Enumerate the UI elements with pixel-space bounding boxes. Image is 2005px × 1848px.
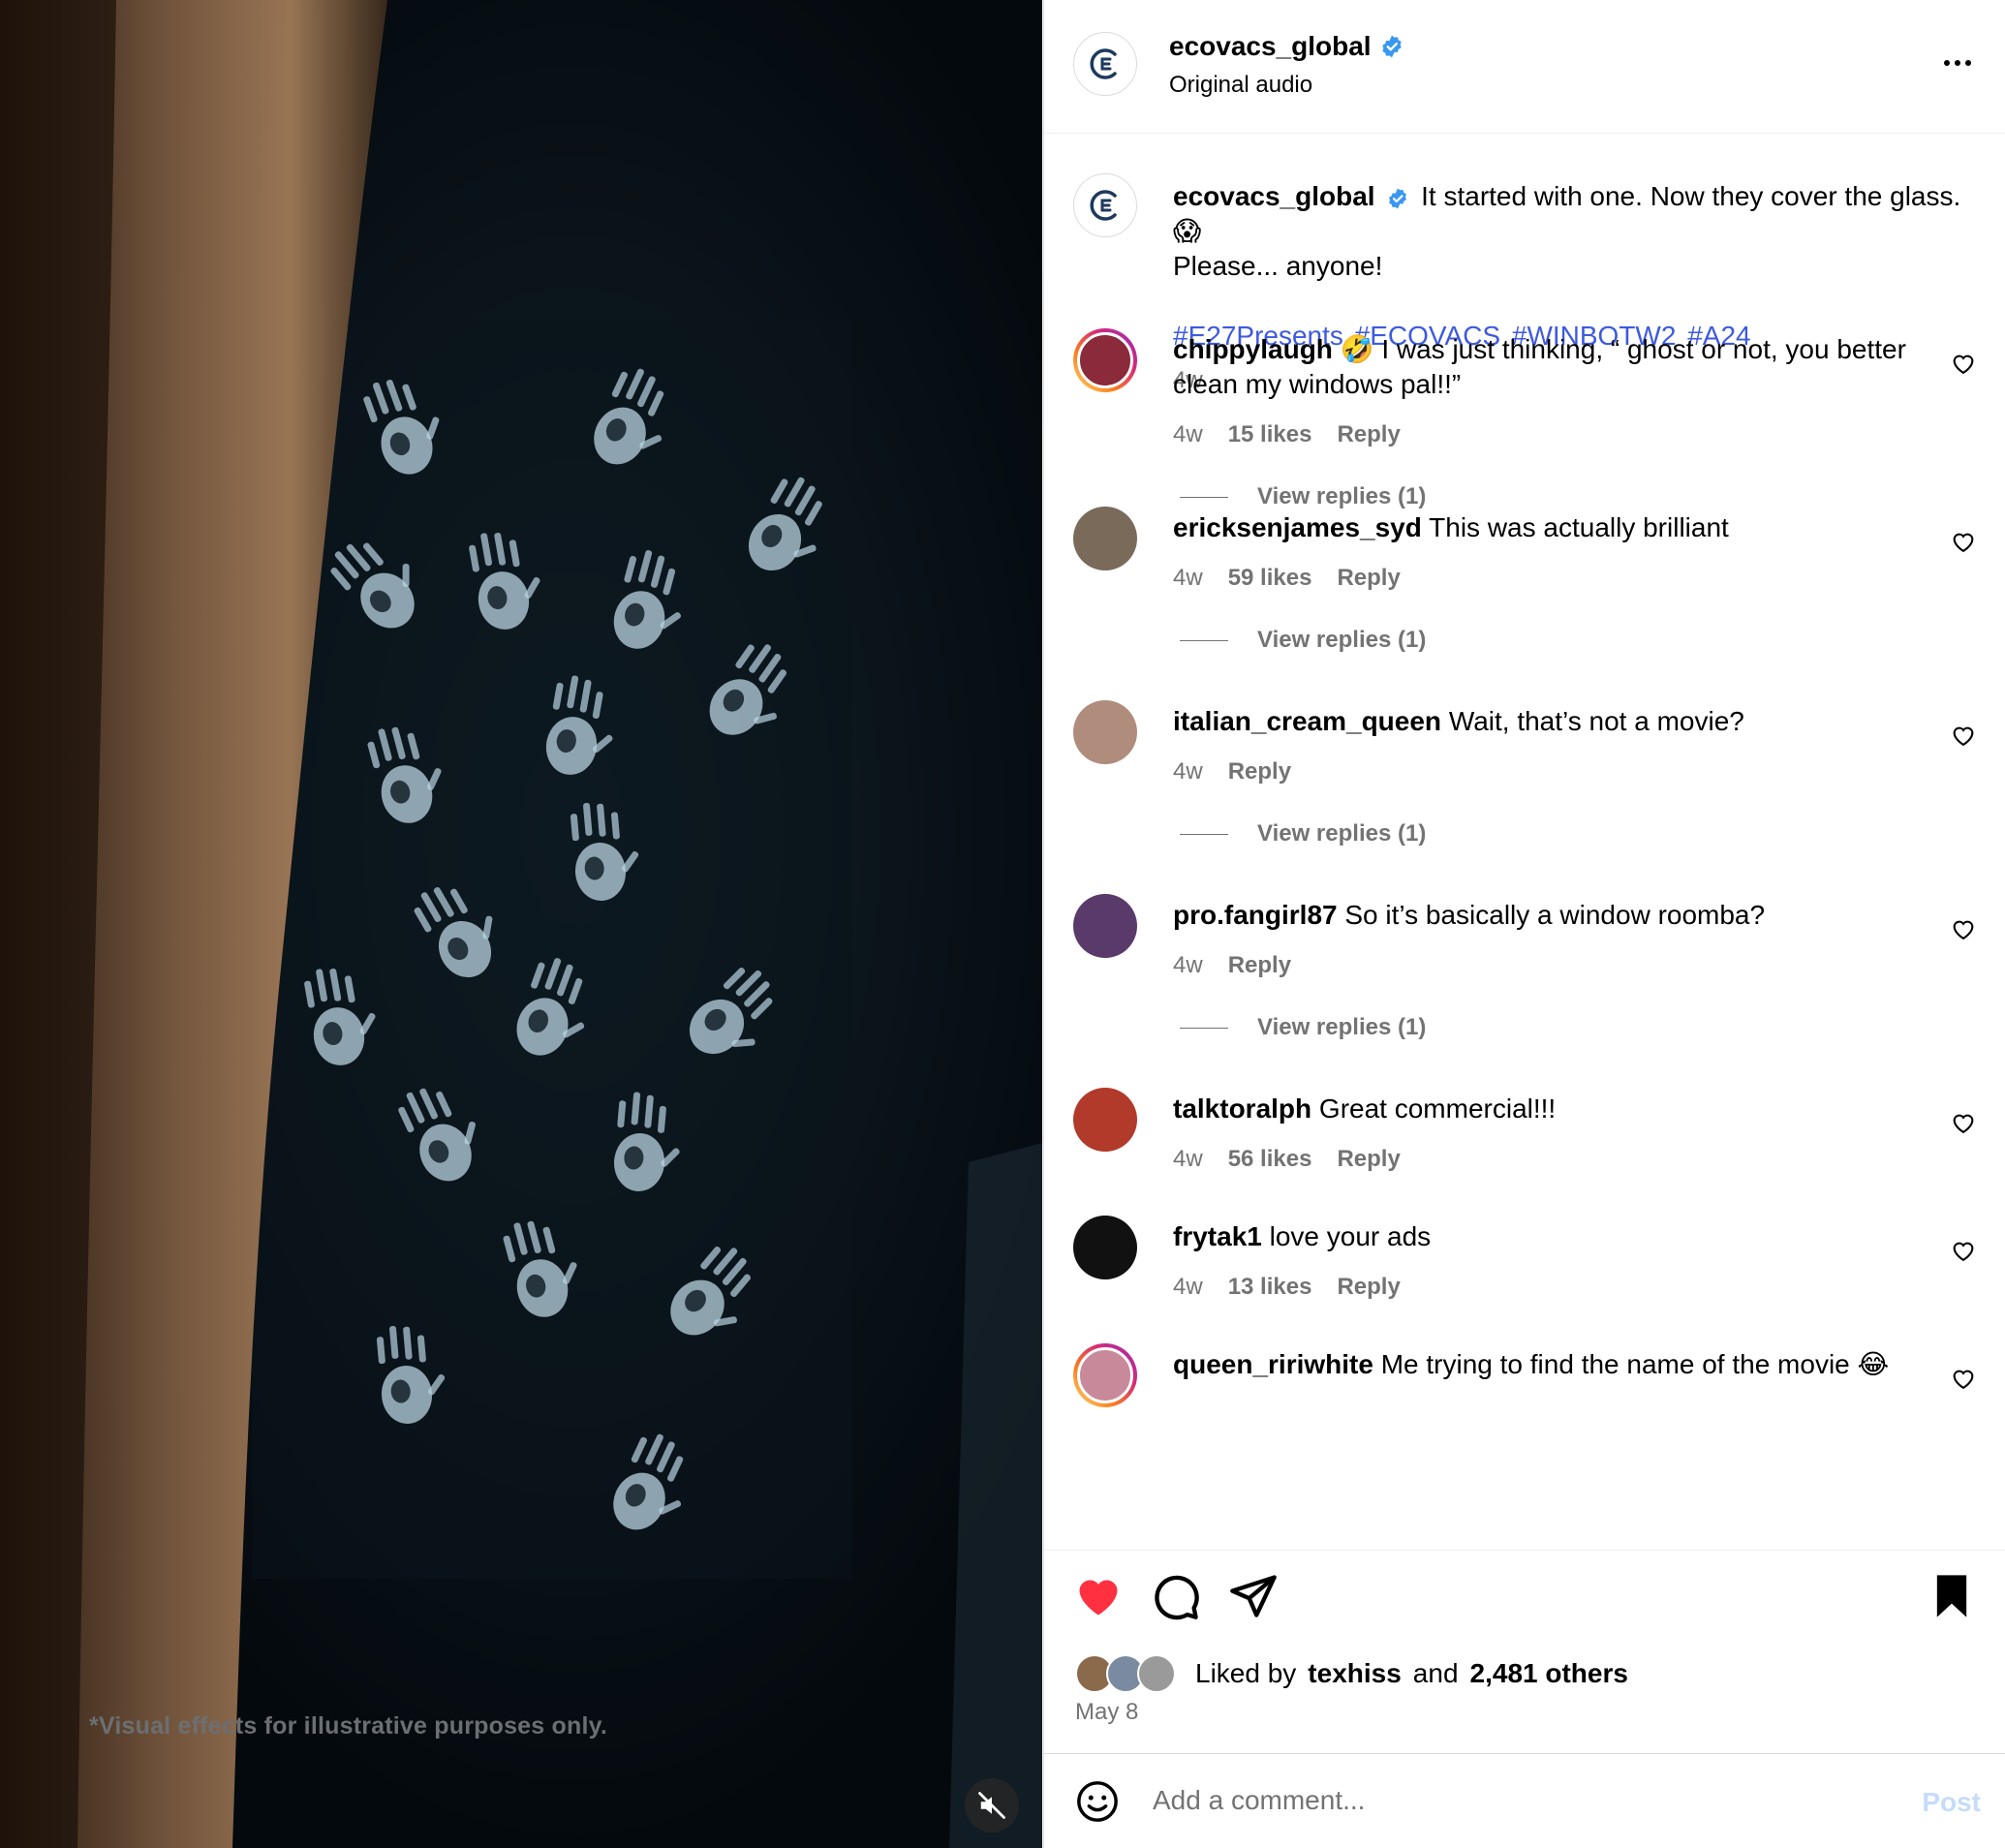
actions-divider [1044,1550,2005,1551]
reply-button[interactable]: Reply [1228,755,1291,789]
header-username[interactable]: ecovacs_global [1169,31,1372,62]
comment-likes[interactable]: 59 likes [1228,561,1312,596]
comment-time[interactable]: 4w [1173,417,1203,452]
paper-plane-icon[interactable] [1228,1571,1279,1621]
heart-filled-icon[interactable] [1073,1571,1124,1621]
comment-username[interactable]: italian_cream_queen [1173,706,1441,736]
liked-by-user[interactable]: texhiss [1308,1658,1402,1689]
post-panel: ecovacs_global Original audio ecovacs_gl… [1043,0,2005,1848]
caption-text-line2: Please... anyone! [1173,251,1383,281]
mute-toggle-button[interactable] [965,1778,1019,1833]
heart-outline-icon[interactable] [1950,1109,1977,1136]
original-audio-link[interactable]: Original audio [1169,72,1312,99]
commenter-avatar[interactable] [1073,328,1137,392]
more-options-button[interactable] [1938,50,1977,76]
post-actions [1044,1571,2005,1625]
bookmark-filled-icon[interactable] [1927,1571,1977,1621]
video-player[interactable]: *Visual effects for illustrative purpose… [0,0,1042,1848]
heart-outline-icon[interactable] [1950,528,1977,555]
comment-input[interactable] [1153,1775,1889,1826]
comment-time[interactable]: 4w [1173,1270,1203,1305]
comment-likes[interactable]: 13 likes [1228,1270,1312,1305]
comment-username[interactable]: ericksenjames_syd [1173,512,1422,542]
ecovacs-logo-icon [1090,48,1117,79]
reply-button[interactable]: Reply [1337,561,1400,596]
commenter-avatar[interactable] [1073,507,1137,570]
verified-badge-icon [1381,35,1402,58]
liked-by-and: and [1412,1658,1459,1688]
commenter-avatar[interactable] [1073,894,1137,958]
liked-by-others[interactable]: 2,481 others [1470,1658,1628,1689]
video-disclaimer: *Visual effects for illustrative purpose… [89,1712,608,1740]
comment-time[interactable]: 4w [1173,948,1203,983]
comment-username[interactable]: frytak1 [1173,1221,1262,1251]
commenter-avatar[interactable] [1073,1088,1137,1152]
comments-list[interactable]: ecovacs_global It started with one. Now … [1044,135,2005,1550]
comment-text: This was actually brilliant [1429,512,1729,542]
reply-button[interactable]: Reply [1228,948,1291,983]
add-comment-bar: Post [1044,1754,2005,1848]
comment-bubble-icon[interactable] [1151,1571,1201,1621]
comment-likes[interactable]: 15 likes [1228,417,1312,452]
comment-text: Me trying to find the name of the movie … [1380,1349,1890,1379]
comment-time[interactable]: 4w [1173,755,1203,789]
reply-button[interactable]: Reply [1337,1142,1400,1177]
comment-text: Wait, that’s not a movie? [1448,706,1744,736]
comment-username[interactable]: talktoralph [1173,1093,1311,1124]
verified-badge-icon [1389,188,1407,209]
post-comment-button[interactable]: Post [1922,1787,1981,1818]
comment-time[interactable]: 4w [1173,561,1203,596]
comment-likes[interactable]: 56 likes [1228,1142,1312,1177]
comment-text: So it’s basically a window roomba? [1344,900,1766,930]
heart-outline-icon[interactable] [1950,722,1977,749]
comment-text: Great commercial!!! [1318,1093,1557,1124]
caption-username[interactable]: ecovacs_global [1173,181,1375,211]
post-date[interactable]: May 8 [1075,1699,1138,1726]
comment-text: love your ads [1269,1221,1432,1251]
smiley-icon[interactable] [1075,1779,1120,1824]
liked-by-prefix: Liked by [1195,1658,1297,1688]
caption-avatar[interactable] [1073,173,1137,237]
reply-button[interactable]: Reply [1337,417,1400,452]
speaker-muted-icon [978,1792,1005,1819]
comment-username[interactable]: pro.fangirl87 [1173,900,1338,930]
commenter-avatar[interactable] [1073,1343,1137,1407]
post-header: ecovacs_global Original audio [1044,0,2005,134]
heart-outline-icon[interactable] [1950,1365,1977,1392]
heart-outline-icon[interactable] [1950,915,1977,942]
video-frame [0,0,1042,1848]
comment-username[interactable]: queen_ririwhite [1173,1349,1373,1379]
view-replies-button[interactable]: View replies (1) [1180,1014,1426,1041]
commenter-avatar[interactable] [1073,700,1137,764]
heart-outline-icon[interactable] [1950,1237,1977,1264]
more-horizontal-icon [1944,60,1950,66]
view-replies-button[interactable]: View replies (1) [1180,627,1426,654]
view-replies-button[interactable]: View replies (1) [1180,483,1426,510]
reply-button[interactable]: Reply [1337,1270,1400,1305]
likes-summary: Liked by texhiss and 2,481 others [1075,1654,1628,1693]
avatar [1137,1654,1176,1693]
view-replies-button[interactable]: View replies (1) [1180,820,1426,847]
ecovacs-logo-icon [1090,190,1117,221]
liker-avatars [1075,1654,1184,1693]
ecovacs-avatar[interactable] [1073,32,1137,96]
comment-username[interactable]: chippylaugh [1173,334,1333,364]
heart-outline-icon[interactable] [1950,350,1977,377]
commenter-avatar[interactable] [1073,1216,1137,1279]
comment-time[interactable]: 4w [1173,1142,1203,1177]
